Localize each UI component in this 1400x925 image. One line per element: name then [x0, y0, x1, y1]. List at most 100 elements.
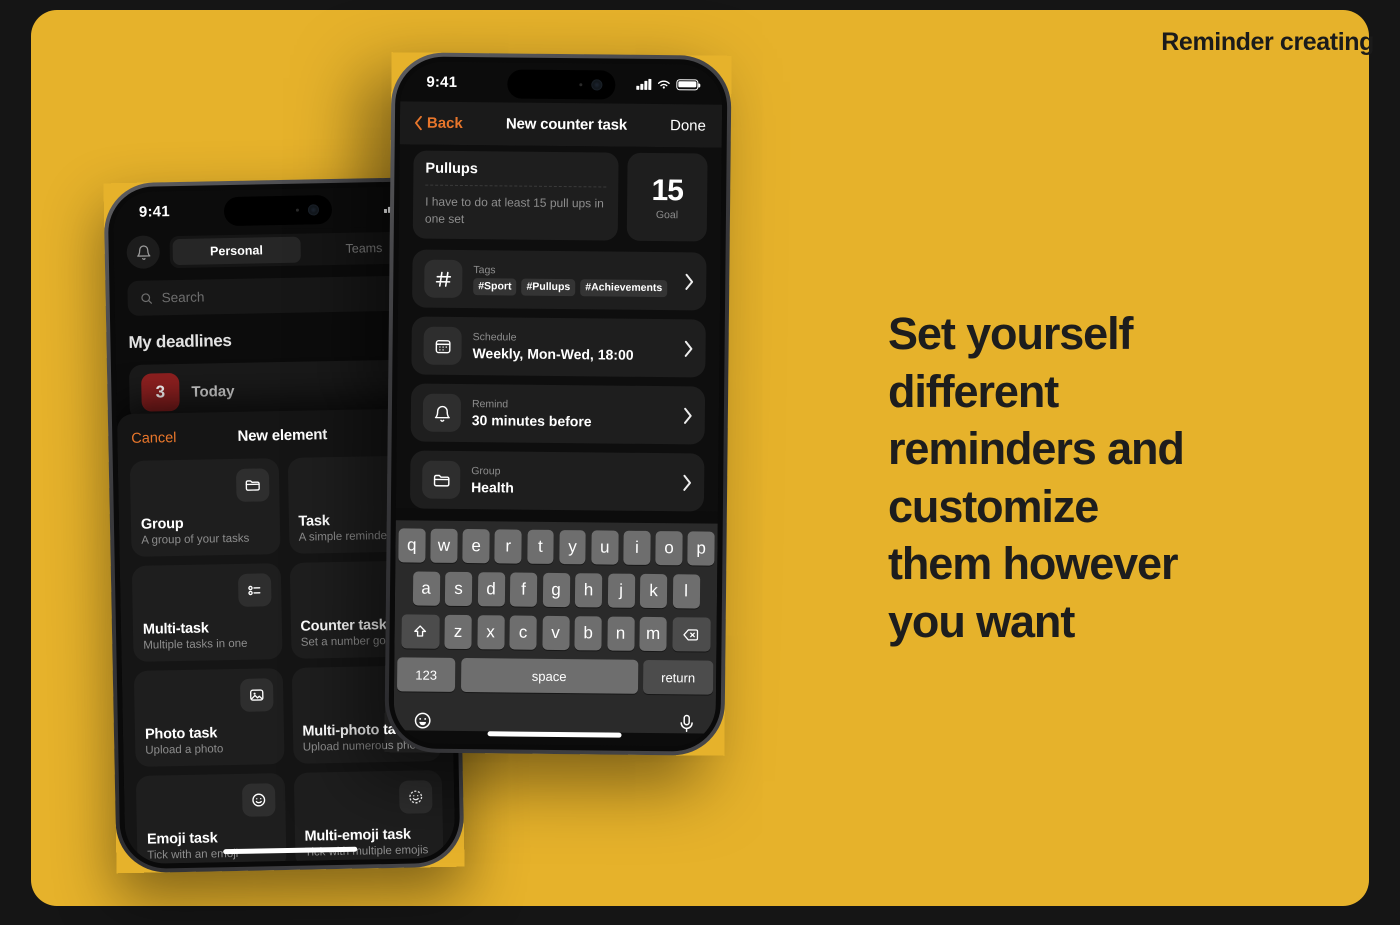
key-z[interactable]: z: [444, 614, 472, 650]
sheet-title: New element: [237, 426, 328, 445]
row-remind[interactable]: Remind 30 minutes before: [410, 383, 706, 445]
key-v[interactable]: v: [541, 615, 570, 651]
key-m[interactable]: m: [639, 616, 667, 652]
keyboard-row-3: z x c v b n m: [397, 614, 713, 652]
tag-chip[interactable]: #Pullups: [521, 278, 576, 296]
task-title-input[interactable]: Pullups: [425, 160, 607, 188]
front-phone-screen: 9:41 Back New counter task Done Pullups …: [393, 61, 723, 747]
task-header: Pullups I have to do at least 15 pull up…: [412, 144, 708, 242]
wifi-icon: [657, 80, 670, 89]
key-a[interactable]: a: [412, 571, 440, 606]
front-camera-icon: [591, 79, 603, 91]
chevron-right-icon: [682, 474, 692, 491]
task-title-card[interactable]: Pullups I have to do at least 15 pull up…: [412, 150, 619, 241]
key-q[interactable]: q: [398, 528, 426, 563]
microphone-icon[interactable]: [677, 713, 697, 733]
card-multi-task[interactable]: Multi-task Multiple tasks in one: [131, 563, 283, 662]
key-n[interactable]: n: [606, 616, 635, 651]
key-f[interactable]: f: [509, 572, 538, 607]
folder-icon: [235, 468, 270, 502]
key-x[interactable]: x: [476, 615, 505, 650]
face-sensor-icon: [579, 83, 583, 87]
search-icon: [141, 292, 152, 304]
goal-card[interactable]: 15 Goal: [626, 152, 708, 242]
front-phone-mockup: 9:41 Back New counter task Done Pullups …: [384, 52, 732, 756]
cancel-button[interactable]: Cancel: [131, 430, 176, 447]
list-icon: [237, 573, 272, 607]
keyboard-row-1: q w e r t y u i o p: [398, 528, 715, 566]
back-button[interactable]: Back: [414, 114, 463, 132]
chevron-left-icon: [415, 115, 422, 131]
row-value: Health: [471, 479, 515, 496]
key-s[interactable]: s: [444, 571, 473, 607]
status-indicators: [636, 78, 699, 90]
card-group[interactable]: Group A group of your tasks: [129, 458, 281, 557]
row-label: Group: [471, 465, 501, 478]
bell-icon: [422, 393, 462, 433]
keyboard-row-4: 123 space return: [396, 657, 714, 703]
key-r[interactable]: r: [494, 529, 522, 564]
key-e[interactable]: e: [462, 529, 490, 564]
headline-line: Set yourself: [888, 308, 1133, 359]
tag-chip[interactable]: #Sport: [473, 277, 517, 296]
row-value: Weekly, Mon-Wed, 18:00: [472, 345, 634, 363]
key-w[interactable]: w: [430, 528, 458, 564]
key-h[interactable]: h: [574, 573, 603, 608]
headline-line: customize: [888, 480, 1099, 532]
headline-line: you want: [888, 595, 1075, 647]
row-tags[interactable]: Tags #Sport #Pullups #Achievements: [412, 249, 707, 311]
folder-icon: [422, 460, 461, 500]
status-time: 9:41: [138, 202, 170, 221]
key-u[interactable]: u: [591, 530, 619, 565]
slide-stage: Reminder creating Set yourself different…: [0, 0, 1400, 925]
card-title: Multi-emoji task: [304, 826, 411, 845]
chevron-right-icon: [684, 340, 694, 357]
backspace-key[interactable]: [671, 617, 711, 652]
emoji-icon: [241, 783, 276, 817]
settings-rows: Tags #Sport #Pullups #Achievements Sched…: [409, 249, 707, 512]
shift-key[interactable]: [400, 614, 440, 649]
key-t[interactable]: t: [526, 529, 554, 565]
card-photo-task[interactable]: Photo task Upload a photo: [133, 668, 285, 767]
headline-line: them however: [888, 538, 1178, 590]
front-phone-content: Pullups I have to do at least 15 pull up…: [395, 144, 722, 512]
tag-chip[interactable]: #Achievements: [580, 278, 668, 297]
numbers-key[interactable]: 123: [396, 657, 456, 693]
key-d[interactable]: d: [477, 572, 505, 607]
emoji-icon[interactable]: [413, 711, 433, 731]
calendar-icon: [423, 326, 462, 366]
back-label: Back: [426, 114, 463, 132]
return-key[interactable]: return: [642, 660, 714, 695]
row-group[interactable]: Group Health: [409, 450, 705, 512]
status-bar: 9:41: [400, 61, 722, 104]
search-input[interactable]: Search: [127, 275, 432, 316]
key-b[interactable]: b: [574, 616, 602, 651]
task-description-input[interactable]: I have to do at least 15 pull ups in one…: [425, 186, 606, 229]
key-i[interactable]: i: [623, 530, 651, 566]
key-y[interactable]: y: [559, 530, 587, 565]
battery-icon: [676, 78, 699, 90]
key-c[interactable]: c: [509, 615, 537, 650]
notifications-button[interactable]: [126, 235, 161, 269]
row-content: Tags #Sport #Pullups #Achievements: [473, 264, 673, 297]
deadline-count-badge: 3: [141, 372, 180, 412]
key-k[interactable]: k: [639, 573, 668, 609]
key-g[interactable]: g: [542, 572, 570, 608]
card-title: Photo task: [144, 725, 218, 743]
key-o[interactable]: o: [655, 531, 683, 566]
front-camera-icon: [307, 204, 320, 216]
status-time: 9:41: [426, 73, 458, 91]
card-title: Emoji task: [146, 830, 218, 848]
key-l[interactable]: l: [672, 574, 700, 609]
key-p[interactable]: p: [687, 531, 715, 566]
bell-icon: [136, 244, 150, 260]
tab-personal[interactable]: Personal: [172, 236, 301, 265]
home-indicator[interactable]: [487, 731, 622, 738]
space-key[interactable]: space: [460, 658, 638, 694]
row-schedule[interactable]: Schedule Weekly, Mon-Wed, 18:00: [411, 316, 706, 378]
done-button[interactable]: Done: [670, 117, 706, 134]
section-title: My deadlines: [128, 330, 232, 352]
search-placeholder: Search: [161, 289, 205, 306]
key-j[interactable]: j: [607, 573, 635, 608]
dynamic-island: [507, 69, 616, 100]
